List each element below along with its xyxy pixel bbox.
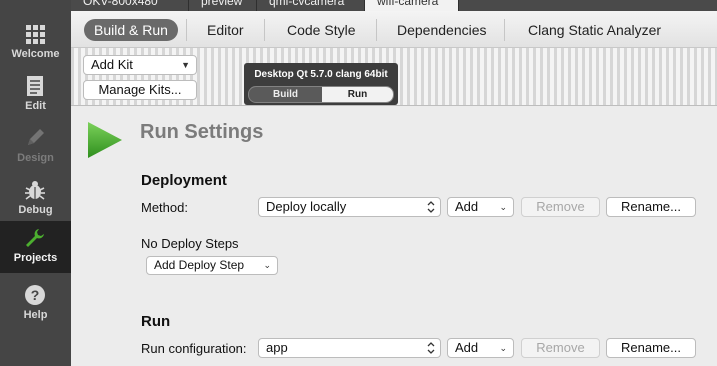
run-add-dropdown[interactable]: Add ⌄ — [447, 338, 514, 358]
kit-name: Desktop Qt 5.7.0 clang 64bit — [254, 69, 388, 80]
document-icon — [27, 76, 43, 96]
wrench-icon — [26, 229, 44, 247]
project-tab-active[interactable]: wifi-camera — [365, 0, 459, 11]
svg-text:?: ? — [31, 287, 40, 303]
build-segment[interactable]: Build — [249, 87, 322, 102]
chevron-down-icon: ▼ — [181, 60, 190, 70]
deploy-method-select[interactable]: Deploy locally — [258, 197, 441, 217]
deployment-heading: Deployment — [141, 172, 227, 189]
add-kit-dropdown[interactable]: Add Kit ▼ — [83, 55, 197, 75]
mode-label: Design — [17, 152, 54, 164]
mode-label: Projects — [13, 252, 58, 264]
add-label: Add — [455, 340, 479, 355]
settings-tab-bar: Build & Run Editor Code Style Dependenci… — [71, 11, 717, 48]
run-heading: Run — [141, 313, 171, 330]
run-configuration-label: Run configuration: — [141, 341, 247, 356]
mode-edit[interactable]: Edit — [0, 69, 71, 121]
deploy-add-dropdown[interactable]: Add ⌄ — [447, 197, 514, 217]
build-run-toggle: Build Run — [248, 86, 394, 103]
play-icon — [88, 122, 122, 158]
mode-debug[interactable]: Debug — [0, 173, 71, 225]
chevron-down-icon: ⌄ — [499, 202, 507, 212]
run-segment[interactable]: Run — [322, 87, 393, 102]
mode-label: Welcome — [11, 48, 60, 60]
kit-selector-area: Add Kit ▼ Manage Kits... Desktop Qt 5.7.… — [71, 48, 717, 106]
run-configuration-value: app — [266, 340, 288, 355]
deploy-rename-button[interactable]: Rename... — [606, 197, 696, 217]
tab-separator — [504, 19, 505, 41]
page-title: Run Settings — [140, 121, 264, 143]
tab-clang-static-analyzer[interactable]: Clang Static Analyzer — [528, 19, 661, 41]
mode-label: Edit — [25, 100, 46, 112]
question-icon: ? — [25, 285, 45, 305]
mode-welcome[interactable]: Welcome — [0, 17, 71, 69]
no-deploy-steps-text: No Deploy Steps — [141, 236, 239, 251]
add-deploy-step-label: Add Deploy Step — [154, 258, 245, 272]
mode-help[interactable]: ? Help — [0, 278, 71, 330]
run-remove-button[interactable]: Remove — [521, 338, 600, 358]
tab-editor[interactable]: Editor — [207, 19, 244, 41]
add-deploy-step-dropdown[interactable]: Add Deploy Step ⌄ — [146, 256, 278, 275]
run-settings-panel: Run Settings Deployment Method: Deploy l… — [71, 106, 717, 366]
run-configuration-select[interactable]: app — [258, 338, 441, 358]
up-down-arrows-icon — [427, 201, 435, 213]
project-tab[interactable]: qml-cvcamera — [257, 0, 365, 11]
deploy-method-value: Deploy locally — [266, 199, 347, 214]
chevron-down-icon: ⌄ — [263, 260, 271, 270]
tab-dependencies[interactable]: Dependencies — [397, 19, 487, 41]
chevron-down-icon: ⌄ — [499, 343, 507, 353]
deploy-remove-button[interactable]: Remove — [521, 197, 600, 217]
tab-separator — [186, 19, 187, 41]
kit-panel: Desktop Qt 5.7.0 clang 64bit Build Run — [244, 63, 398, 105]
bug-icon — [25, 181, 45, 200]
project-tab-bar: OKV-800x480 preview qml-cvcamera wifi-ca… — [71, 0, 717, 11]
mode-design[interactable]: Design — [0, 121, 71, 173]
tab-build-run[interactable]: Build & Run — [84, 19, 178, 41]
mode-label: Help — [23, 309, 48, 321]
run-rename-button[interactable]: Rename... — [606, 338, 696, 358]
mode-label: Debug — [18, 204, 53, 216]
tab-separator — [264, 19, 265, 41]
method-label: Method: — [141, 200, 188, 215]
mode-projects[interactable]: Projects — [0, 221, 71, 273]
add-kit-label: Add Kit — [91, 57, 133, 72]
up-down-arrows-icon — [427, 342, 435, 354]
pencil-icon — [28, 129, 44, 145]
add-label: Add — [455, 199, 479, 214]
project-tab[interactable]: preview — [189, 0, 257, 11]
project-tab[interactable]: OKV-800x480 — [71, 0, 189, 11]
mode-bar: Welcome Edit Design Debug Projects ? Hel… — [0, 0, 71, 366]
grid-icon — [26, 25, 45, 44]
tab-separator — [376, 19, 377, 41]
manage-kits-button[interactable]: Manage Kits... — [83, 80, 197, 100]
tab-code-style[interactable]: Code Style — [287, 19, 355, 41]
